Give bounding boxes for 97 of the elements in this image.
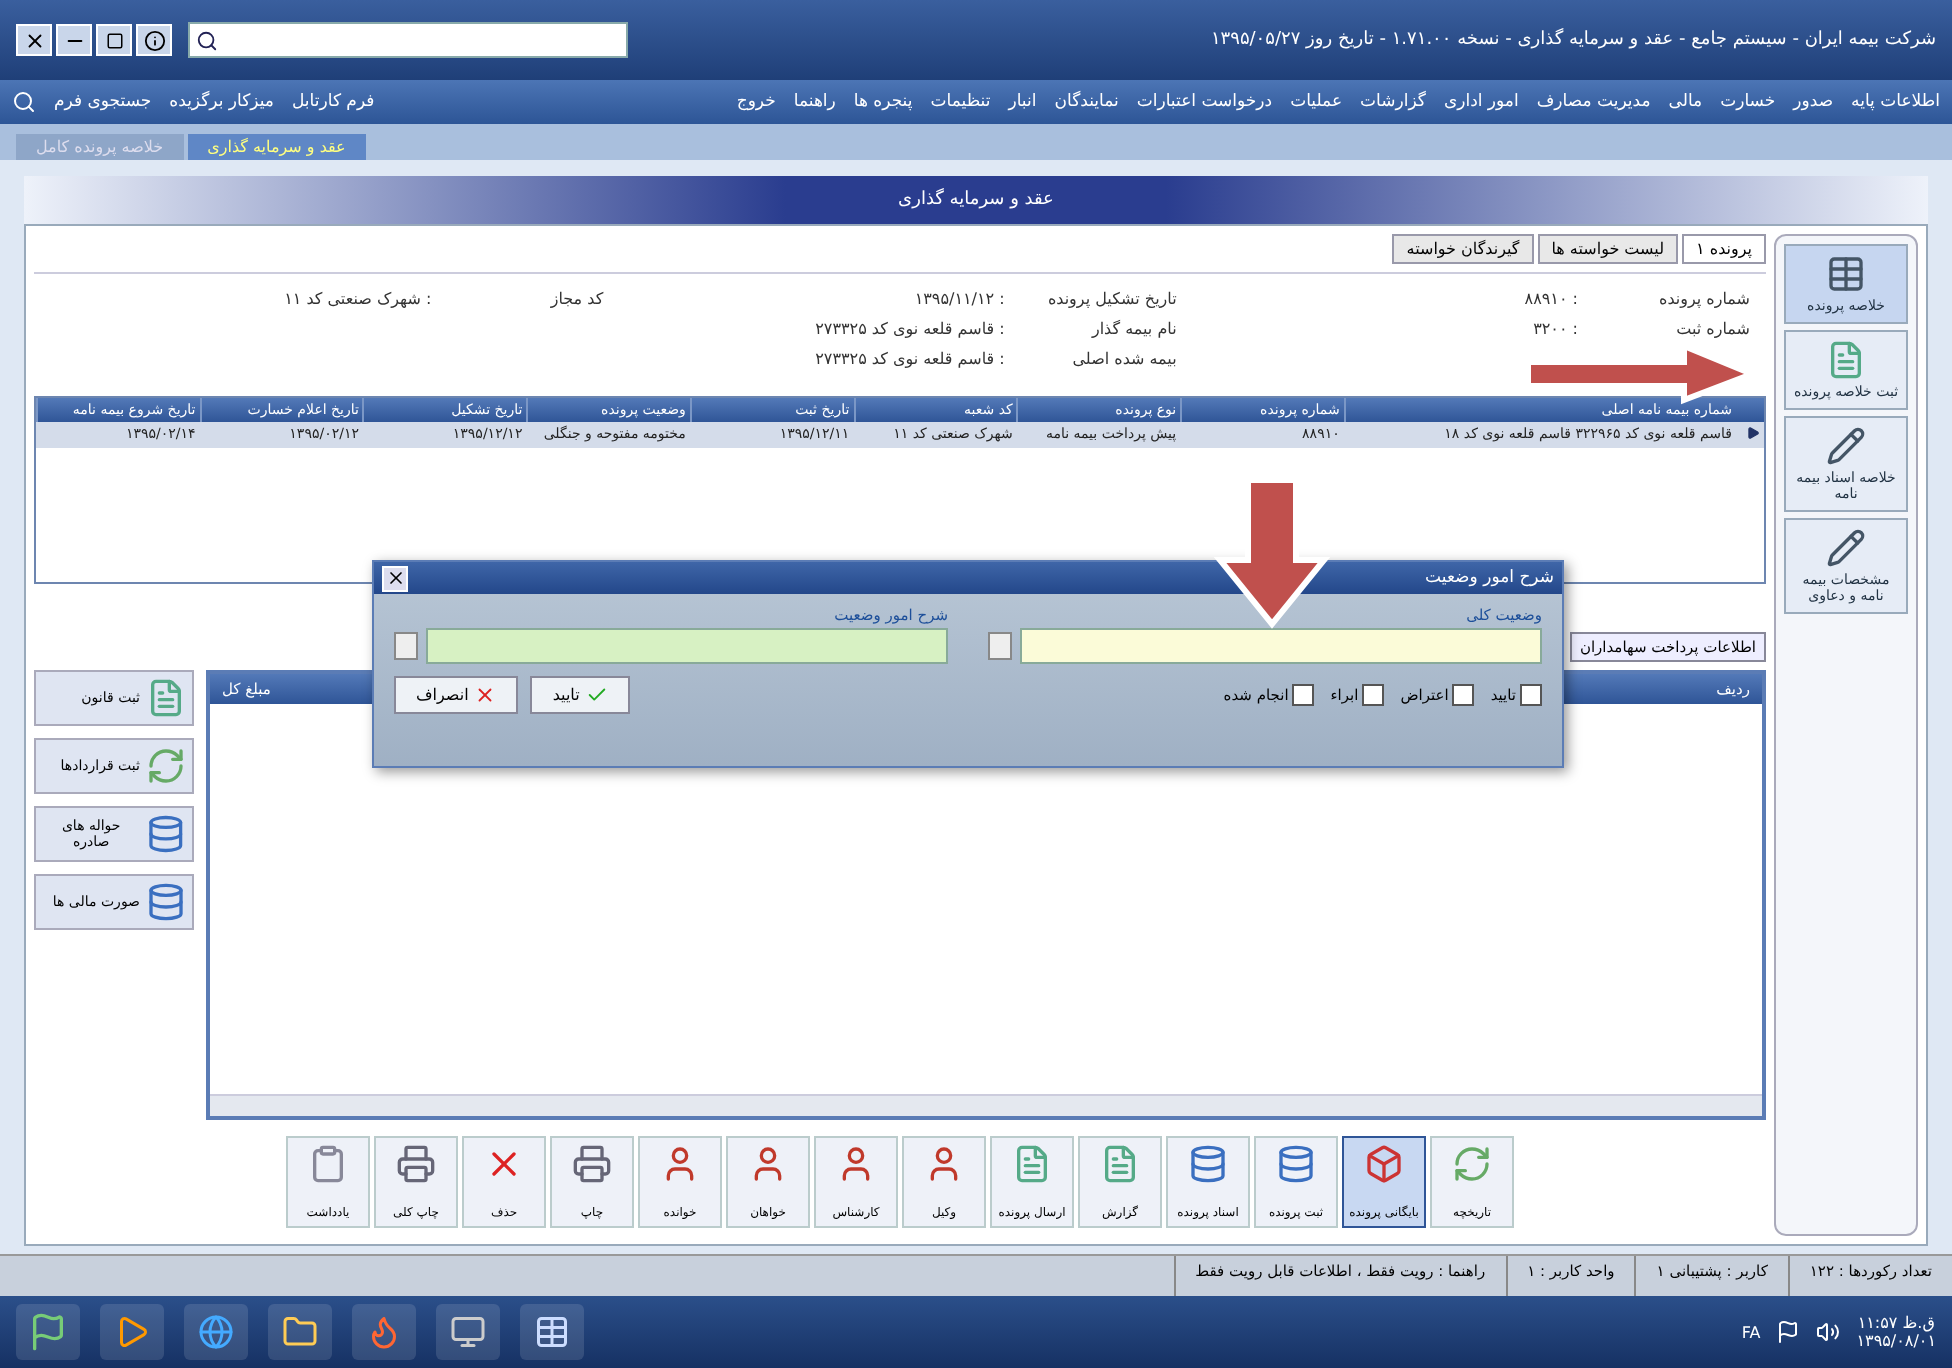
document-icon xyxy=(1100,1144,1140,1184)
panel-title: عقد و سرمایه گذاری xyxy=(898,190,1054,210)
close-icon xyxy=(23,29,45,51)
monitor-icon xyxy=(450,1314,486,1350)
field-value: : قاسم قلعه نوی کد ۲۷۳۳۲۵ xyxy=(815,320,1005,338)
menu-item[interactable]: پنجره ها xyxy=(853,92,913,112)
pencil-icon xyxy=(1826,426,1866,466)
language-indicator[interactable]: FA xyxy=(1741,1323,1761,1341)
search-icon[interactable] xyxy=(12,90,36,114)
square-icon xyxy=(105,31,123,49)
close-icon xyxy=(474,684,497,706)
field-label: بیمه شده اصلی xyxy=(1070,350,1177,368)
menu-item[interactable]: خروج xyxy=(736,92,776,112)
speaker-icon[interactable] xyxy=(1816,1320,1841,1344)
menu-item[interactable]: خسارت xyxy=(1720,92,1776,112)
close-button[interactable] xyxy=(16,24,52,56)
start-button[interactable] xyxy=(16,1304,80,1360)
refresh-icon xyxy=(146,746,186,786)
checkbox[interactable] xyxy=(1520,684,1542,706)
search-field[interactable] xyxy=(188,22,628,58)
scrollbar[interactable] xyxy=(210,1094,1762,1116)
field-value: : شهرک صنعتی کد ۱۱ xyxy=(284,290,432,308)
menu-item[interactable]: تنظیمات xyxy=(930,92,991,112)
cylinder-icon xyxy=(1276,1144,1316,1184)
tab[interactable]: گیرندگان خواسته xyxy=(1392,234,1534,264)
info-icon xyxy=(143,29,165,51)
field-value: : ۱۳۹۵/۱۱/۱۲ xyxy=(914,290,1005,308)
printer-icon xyxy=(396,1144,436,1184)
menu-item[interactable]: اطلاعات پایه xyxy=(1851,92,1940,112)
menu-item[interactable]: راهنما xyxy=(793,92,836,112)
quick-link[interactable]: میزکار برگزیده xyxy=(169,92,274,112)
menu-item[interactable]: انبار xyxy=(1008,92,1037,112)
minimize-button[interactable] xyxy=(56,24,92,56)
menu-item[interactable]: صدور xyxy=(1793,92,1834,112)
cylinder-icon xyxy=(146,814,186,854)
menu-item[interactable]: عملیات xyxy=(1290,92,1343,112)
taskbar-item[interactable] xyxy=(352,1304,416,1360)
flag-icon xyxy=(28,1312,68,1352)
field-value: : ۸۸۹۱۰ xyxy=(1524,290,1578,308)
maximize-button[interactable] xyxy=(96,24,132,56)
input-field[interactable] xyxy=(1020,628,1542,664)
info-button[interactable] xyxy=(136,24,172,56)
menu-item[interactable]: امور اداری xyxy=(1443,92,1519,112)
lookup-button[interactable] xyxy=(394,632,418,660)
printer-icon xyxy=(572,1144,612,1184)
flag-icon[interactable] xyxy=(1776,1320,1801,1344)
document-icon xyxy=(1826,340,1866,380)
ok-button[interactable]: تایید xyxy=(530,676,630,714)
play-icon xyxy=(114,1314,150,1350)
dropdown-button[interactable] xyxy=(988,632,1012,660)
checkbox[interactable] xyxy=(1292,684,1315,706)
globe-icon xyxy=(198,1314,234,1350)
input-field[interactable] xyxy=(426,628,948,664)
check-icon xyxy=(585,684,608,706)
tab[interactable]: لیست خواسته ها xyxy=(1537,234,1679,264)
field-label: کد مجاز xyxy=(548,290,604,308)
pencil-icon xyxy=(1826,528,1866,568)
quick-link[interactable]: فرم کارتابل xyxy=(291,92,375,112)
field-value: : قاسم قلعه نوی کد ۲۷۳۳۲۵ xyxy=(815,350,1005,368)
cancel-button[interactable]: انصراف xyxy=(394,676,519,714)
taskbar-item[interactable] xyxy=(520,1304,584,1360)
close-icon xyxy=(385,568,405,588)
table-icon xyxy=(1826,254,1866,294)
refresh-icon xyxy=(1452,1144,1492,1184)
menu-item[interactable]: درخواست اعتبارات xyxy=(1136,92,1273,112)
menu-item[interactable]: گزارشات xyxy=(1360,92,1426,112)
field-label: تاریخ تشکیل پرونده xyxy=(1045,290,1177,308)
document-icon xyxy=(1012,1144,1052,1184)
field-value: : ۳۲۰۰ xyxy=(1533,320,1578,338)
quick-link[interactable]: جستجوی فرم xyxy=(54,92,152,112)
tab[interactable]: پرونده ۱ xyxy=(1682,234,1766,264)
checkbox[interactable] xyxy=(1452,684,1475,706)
menu-item[interactable]: نمایندگان xyxy=(1054,92,1119,112)
taskbar-item[interactable] xyxy=(184,1304,248,1360)
document-icon xyxy=(146,678,186,718)
table-icon xyxy=(534,1314,570,1350)
taskbar-item[interactable] xyxy=(100,1304,164,1360)
row-pointer-icon xyxy=(1746,426,1760,440)
menu-item[interactable]: مدیریت مصارف xyxy=(1536,92,1651,112)
field-label: شماره ثبت xyxy=(1674,320,1750,338)
search-icon xyxy=(196,29,218,51)
close-button[interactable] xyxy=(382,565,408,591)
cube-icon xyxy=(1364,1144,1404,1184)
folder-icon xyxy=(282,1314,318,1350)
field-label: نام بیمه گذار xyxy=(1089,320,1177,338)
menu-item[interactable]: مالی xyxy=(1668,92,1703,112)
window-title: شرکت بیمه ایران - سیستم جامع - عقد و سرمایه گذاری - نسخه ۱.۷۱.۰۰ - تاریخ روز ۱۳۹۵/۰۵/۲۷ xyxy=(1208,30,1936,50)
clipboard-icon xyxy=(308,1144,348,1184)
flame-icon xyxy=(366,1314,402,1350)
cylinder-icon xyxy=(146,882,186,922)
field-label: شماره پرونده xyxy=(1657,290,1750,308)
clock[interactable]: ۱۱:۵۷ ق.ظ ۱۳۹۵/۰۸/۰۱ xyxy=(1856,1314,1936,1350)
taskbar-item[interactable] xyxy=(436,1304,500,1360)
dialog-title: شرح امور وضعیت xyxy=(1425,568,1554,588)
checkbox[interactable] xyxy=(1362,684,1385,706)
taskbar-item[interactable] xyxy=(268,1304,332,1360)
cylinder-icon xyxy=(1188,1144,1228,1184)
